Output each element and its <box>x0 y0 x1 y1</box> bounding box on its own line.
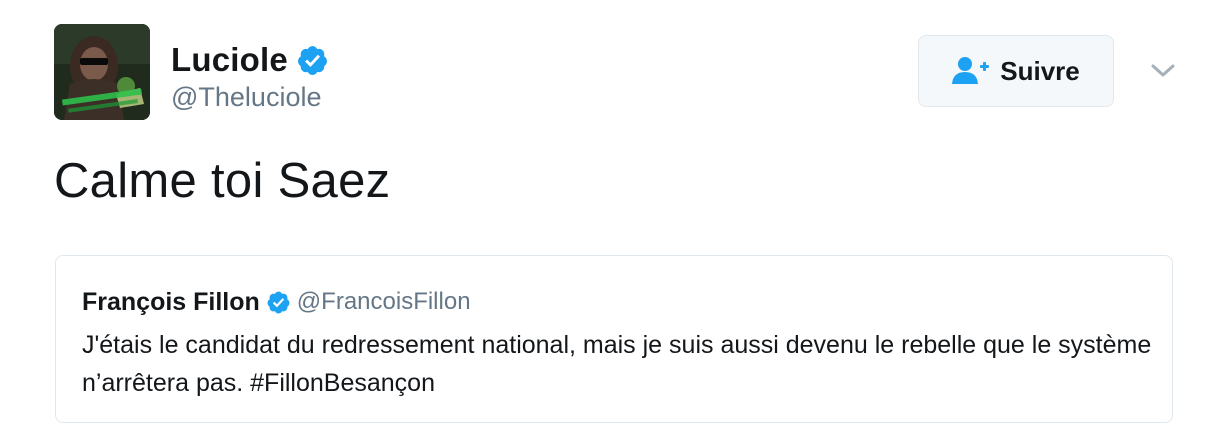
tweet-card: Luciole @Theluciole Suivre Calme toi Sae… <box>0 0 1214 436</box>
follow-button-label: Suivre <box>1000 55 1080 86</box>
author-avatar[interactable] <box>54 24 150 120</box>
author-display-name[interactable]: Luciole <box>171 41 288 79</box>
author-handle[interactable]: @Theluciole <box>171 82 321 113</box>
chevron-down-icon[interactable] <box>1148 58 1178 82</box>
quoted-author-handle: @FrancoisFillon <box>296 288 471 315</box>
tweet-text: Calme toi Saez <box>54 154 391 208</box>
author-name-row[interactable]: Luciole <box>171 38 329 82</box>
quoted-tweet[interactable]: François Fillon @FrancoisFillon J'étais … <box>55 255 1173 423</box>
verified-badge-icon <box>296 44 329 77</box>
follow-user-plus-icon <box>952 56 990 86</box>
avatar-image <box>54 24 150 120</box>
quoted-author-name: François Fillon <box>82 287 260 316</box>
quoted-tweet-text: J'étais le candidat du redressement nati… <box>82 331 1152 397</box>
quoted-tweet-header: François Fillon @FrancoisFillon <box>82 286 471 318</box>
follow-button[interactable]: Suivre <box>918 35 1114 107</box>
quoted-verified-badge-icon <box>266 290 291 315</box>
